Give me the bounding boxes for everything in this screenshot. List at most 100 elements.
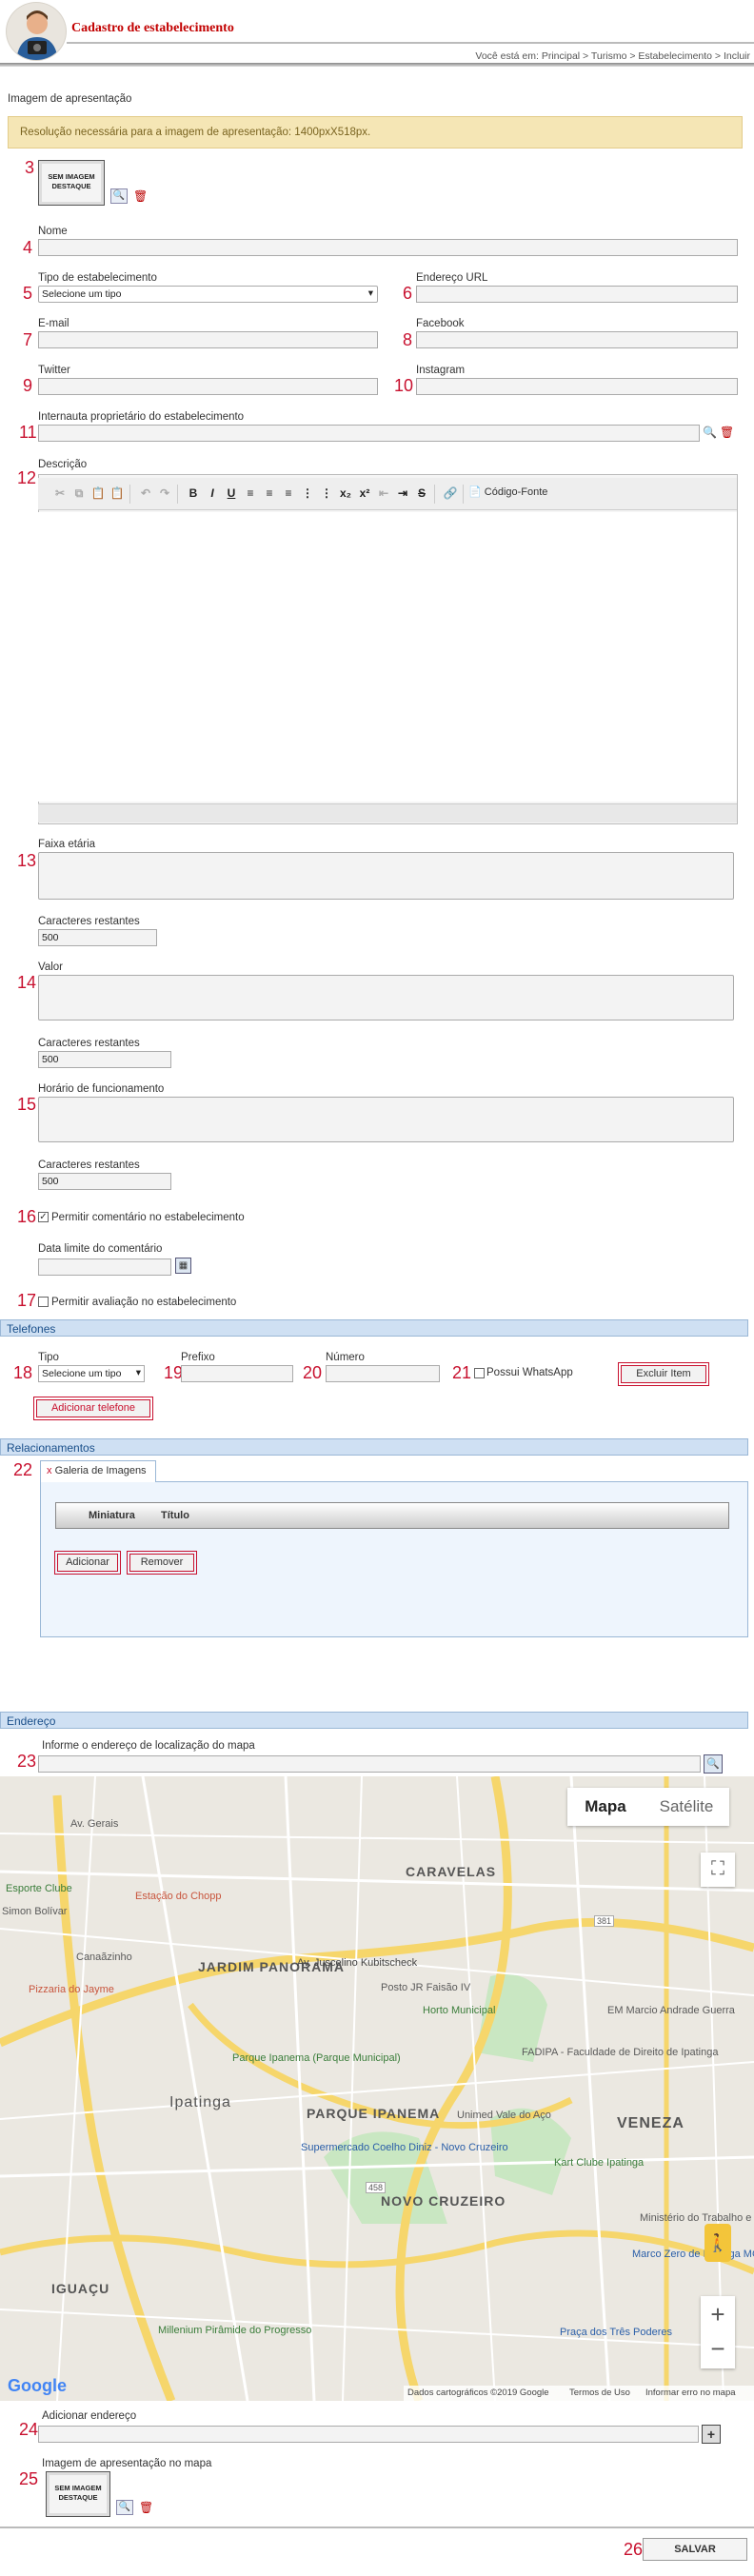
italic-icon[interactable]: I: [204, 486, 221, 502]
image-placeholder[interactable]: SEM IMAGEM DESTAQUE: [38, 160, 105, 206]
faixa-textarea[interactable]: [38, 852, 734, 900]
endereco-input[interactable]: [38, 2426, 699, 2443]
adicionar-telefone-button[interactable]: Adicionar telefone: [33, 1397, 153, 1420]
editor-toolbar: ✂ ⧉ 📋 📋 ↶ ↷ B I U ≡ ≡ ≡ ⋮ ⋮ x₂ x² ⇤ ⇥ S …: [38, 478, 737, 510]
marker: 5: [23, 284, 33, 303]
bullet-list-icon[interactable]: ⋮: [318, 486, 335, 502]
nome-input[interactable]: [38, 239, 738, 256]
map-label: Canaãzinho: [76, 1952, 132, 1963]
adicionar-imagem-button[interactable]: Adicionar: [54, 1551, 121, 1575]
owner-input[interactable]: [38, 425, 700, 442]
twitter-input[interactable]: [38, 378, 378, 395]
outdent-icon[interactable]: ⇤: [375, 486, 392, 502]
superscript-icon[interactable]: x²: [356, 486, 373, 502]
excluir-item-button[interactable]: Excluir Item: [618, 1362, 709, 1386]
marker: 16: [17, 1207, 37, 1226]
map-address-input[interactable]: [38, 1755, 701, 1773]
numbered-list-icon[interactable]: ⋮: [299, 486, 316, 502]
terms-link[interactable]: Termos de Uso: [569, 2388, 630, 2398]
save-button[interactable]: SALVAR: [643, 2538, 747, 2561]
marker: 8: [403, 330, 413, 349]
cut-icon[interactable]: ✂: [51, 486, 69, 502]
instagram-label: Instagram: [416, 365, 466, 376]
tab-close-icon[interactable]: x: [47, 1465, 55, 1476]
map-label: Ipatinga: [169, 2094, 231, 2110]
paste-text-icon[interactable]: 📋: [109, 486, 126, 502]
instagram-input[interactable]: [416, 378, 738, 395]
owner-delete-icon[interactable]: 🗑: [720, 425, 734, 440]
report-error-link[interactable]: Informar erro no mapa: [645, 2388, 736, 2398]
data-limite-input[interactable]: [38, 1258, 171, 1276]
strike-icon[interactable]: S: [413, 486, 430, 502]
map-label: PARQUE IPANEMA: [307, 2106, 441, 2121]
add-endereco-icon[interactable]: +: [702, 2425, 721, 2444]
tab-galeria[interactable]: x Galeria de Imagens: [40, 1460, 156, 1482]
tel-tipo-select[interactable]: Selecione um tipo ▾: [38, 1365, 145, 1382]
map-label: Supermercado Coelho Diniz - Novo Cruzeir…: [301, 2142, 508, 2153]
imagem-mapa-label: Imagem de apresentação no mapa: [42, 2458, 212, 2469]
galeria-table-header: Miniatura Título: [55, 1502, 729, 1529]
email-label: E-mail: [38, 318, 69, 329]
tipo-select[interactable]: Selecione um tipo ▾: [38, 286, 378, 303]
bold-icon[interactable]: B: [185, 486, 202, 502]
caracteres-counter: 500: [38, 1173, 171, 1190]
avaliacao-checkbox[interactable]: [38, 1297, 49, 1307]
facebook-input[interactable]: [416, 331, 738, 348]
caracteres-label: Caracteres restantes: [38, 1159, 140, 1171]
prefixo-label: Prefixo: [181, 1352, 215, 1363]
footer-divider: [0, 2526, 754, 2528]
align-center-icon[interactable]: ≡: [261, 486, 278, 502]
map-search-icon[interactable]: 🔍: [704, 1754, 723, 1773]
map-tab-mapa[interactable]: Mapa: [567, 1788, 644, 1826]
editor-content[interactable]: [38, 512, 737, 802]
breadcrumb: Você está em: Principal > Turismo > Esta…: [475, 50, 750, 62]
image-search-icon[interactable]: 🔍: [110, 188, 128, 204]
map-label: FADIPA - Faculdade de Direito de Ipating…: [522, 2047, 719, 2058]
map-label: Av. Juscelino Kubitscheck: [297, 1957, 418, 1969]
adicionar-endereco-label: Adicionar endereço: [42, 2410, 137, 2422]
remover-imagem-button[interactable]: Remover: [127, 1551, 197, 1575]
map-label: Esporte Clube: [6, 1883, 72, 1894]
map-image-search-icon[interactable]: 🔍: [116, 2500, 133, 2515]
comentario-checkbox[interactable]: ✓: [38, 1212, 49, 1222]
map-attribution: Dados cartográficos ©2019 Google: [407, 2388, 549, 2398]
align-justify-icon[interactable]: ≡: [280, 486, 297, 502]
facebook-label: Facebook: [416, 318, 465, 329]
map-footer: Dados cartográficos ©2019 Google Termos …: [404, 2386, 754, 2401]
numero-input[interactable]: [326, 1365, 440, 1382]
tel-tipo-label: Tipo: [38, 1352, 59, 1363]
nome-label: Nome: [38, 226, 68, 237]
map-label: EM Marcio Andrade Guerra: [607, 2005, 735, 2016]
prefixo-input[interactable]: [181, 1365, 293, 1382]
url-input[interactable]: [416, 286, 738, 303]
horario-textarea[interactable]: [38, 1097, 734, 1142]
image-delete-icon[interactable]: 🗑: [133, 188, 148, 204]
subscript-icon[interactable]: x₂: [337, 486, 354, 502]
map-tab-satelite[interactable]: Satélite: [644, 1788, 729, 1826]
align-left-icon[interactable]: ≡: [242, 486, 259, 502]
whatsapp-checkbox[interactable]: [474, 1368, 485, 1378]
map-label: Unimed Vale do Aço: [457, 2110, 551, 2121]
paste-icon[interactable]: 📋: [89, 486, 107, 502]
indent-icon[interactable]: ⇥: [394, 486, 411, 502]
source-button[interactable]: 📄 Código-Fonte: [468, 485, 547, 503]
valor-textarea[interactable]: [38, 975, 734, 1020]
caracteres-counter: 500: [38, 1051, 171, 1068]
link-icon[interactable]: 🔗: [442, 486, 459, 502]
redo-icon[interactable]: ↷: [156, 486, 173, 502]
map[interactable]: Av. Gerais Estação do Chopp Esporte Club…: [0, 1776, 754, 2401]
zoom-in-icon[interactable]: +: [701, 2296, 735, 2332]
map-image-delete-icon[interactable]: 🗑: [139, 2500, 153, 2515]
undo-icon[interactable]: ↶: [137, 486, 154, 502]
zoom-out-icon[interactable]: −: [701, 2332, 735, 2368]
copy-icon[interactable]: ⧉: [70, 486, 88, 502]
email-input[interactable]: [38, 331, 378, 348]
map-image-placeholder[interactable]: SEM IMAGEM DESTAQUE: [46, 2471, 110, 2517]
telefones-header: Telefones: [0, 1319, 748, 1337]
owner-search-icon[interactable]: 🔍: [703, 426, 717, 439]
pegman-icon[interactable]: 🚶: [704, 2224, 731, 2262]
underline-icon[interactable]: U: [223, 486, 240, 502]
informe-label: Informe o endereço de localização do map…: [42, 1740, 255, 1752]
calendar-icon[interactable]: ▦: [175, 1258, 191, 1274]
fullscreen-icon[interactable]: ⛶: [701, 1853, 735, 1887]
